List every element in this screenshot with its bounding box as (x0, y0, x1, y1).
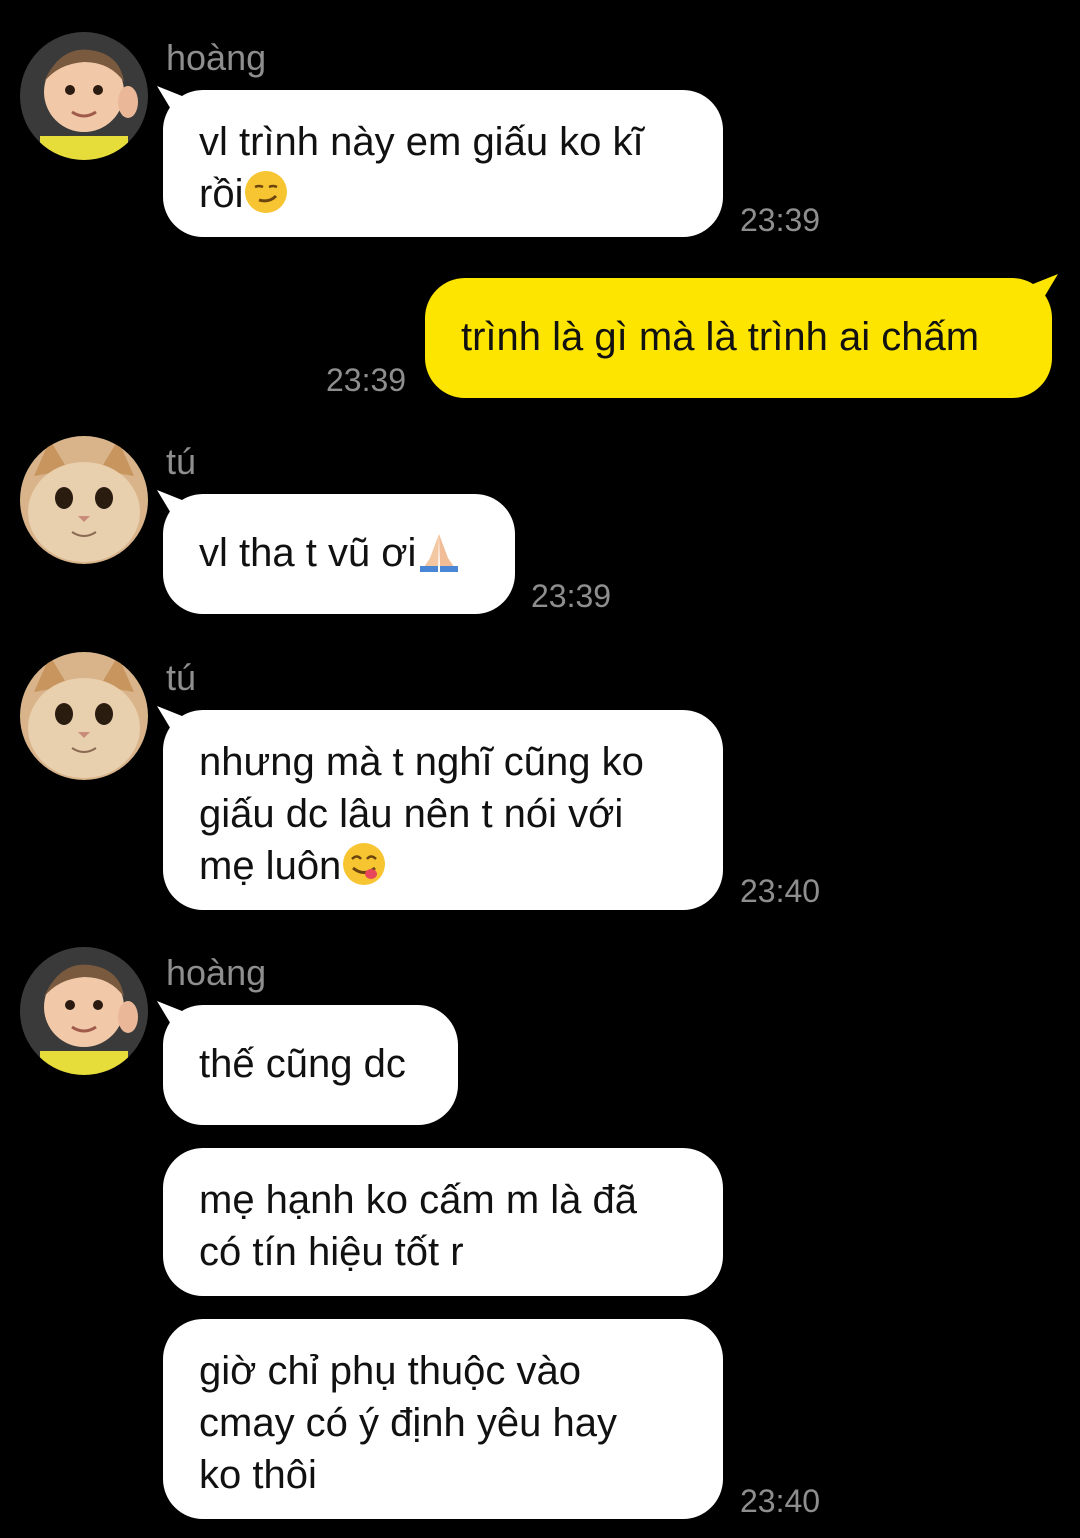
message-time: 23:39 (740, 202, 821, 238)
message-text: vl trình này em giấu ko kĩ (199, 120, 644, 164)
message-time: 23:39 (531, 578, 612, 614)
message-text: rồi (199, 168, 687, 220)
message-text: thế cũng dc (199, 1042, 406, 1086)
message-time: 23:39 (326, 362, 407, 398)
message-bubble[interactable]: vl trình này em giấu ko kĩ rồi (163, 90, 723, 237)
cat-avatar-icon (20, 436, 148, 564)
message-text: giờ chỉ phụ thuộc vào (199, 1349, 582, 1393)
message-text: ko thôi (199, 1453, 317, 1497)
pray-emoji-icon (420, 534, 459, 572)
message-time: 23:40 (740, 1483, 821, 1519)
message-text: nhưng mà t nghĩ cũng ko (199, 740, 644, 784)
avatar-tu[interactable] (20, 652, 148, 780)
message-bubble[interactable]: nhưng mà t nghĩ cũng ko giấu dc lâu nên … (163, 710, 723, 910)
avatar-hoang[interactable] (20, 947, 148, 1075)
baby-avatar-icon (20, 32, 148, 160)
avatar-tu[interactable] (20, 436, 148, 564)
baby-avatar-icon (20, 947, 148, 1075)
sender-name: hoàng (166, 952, 267, 993)
sender-name: tú (166, 657, 197, 698)
message-text: mẹ hạnh ko cấm m là đã (199, 1178, 637, 1222)
message-text: có tín hiệu tốt r (199, 1230, 464, 1274)
message-text: mẹ luôn (199, 840, 687, 892)
message-text: trình là gì mà là trình ai chấm (461, 315, 980, 359)
message-bubble[interactable]: thế cũng dc (163, 1005, 458, 1125)
avatar-hoang[interactable] (20, 32, 148, 160)
cat-avatar-icon (20, 652, 148, 780)
message-text: giấu dc lâu nên t nói với (199, 792, 624, 836)
message-bubble[interactable]: giờ chỉ phụ thuộc vào cmay có ý định yêu… (163, 1319, 723, 1519)
sender-name: hoàng (166, 37, 267, 78)
smirk-emoji-icon (245, 171, 288, 213)
sender-name: tú (166, 441, 197, 482)
message-time: 23:40 (740, 873, 821, 909)
message-text: vl tha t vũ ơi (199, 531, 417, 575)
message-bubble[interactable]: vl tha t vũ ơi (163, 494, 515, 614)
outgoing-message-bubble[interactable]: trình là gì mà là trình ai chấm (425, 278, 1052, 398)
message-text: cmay có ý định yêu hay (199, 1401, 617, 1445)
message-bubble[interactable]: mẹ hạnh ko cấm m là đã có tín hiệu tốt r (163, 1148, 723, 1296)
yum-emoji-icon (343, 843, 386, 885)
